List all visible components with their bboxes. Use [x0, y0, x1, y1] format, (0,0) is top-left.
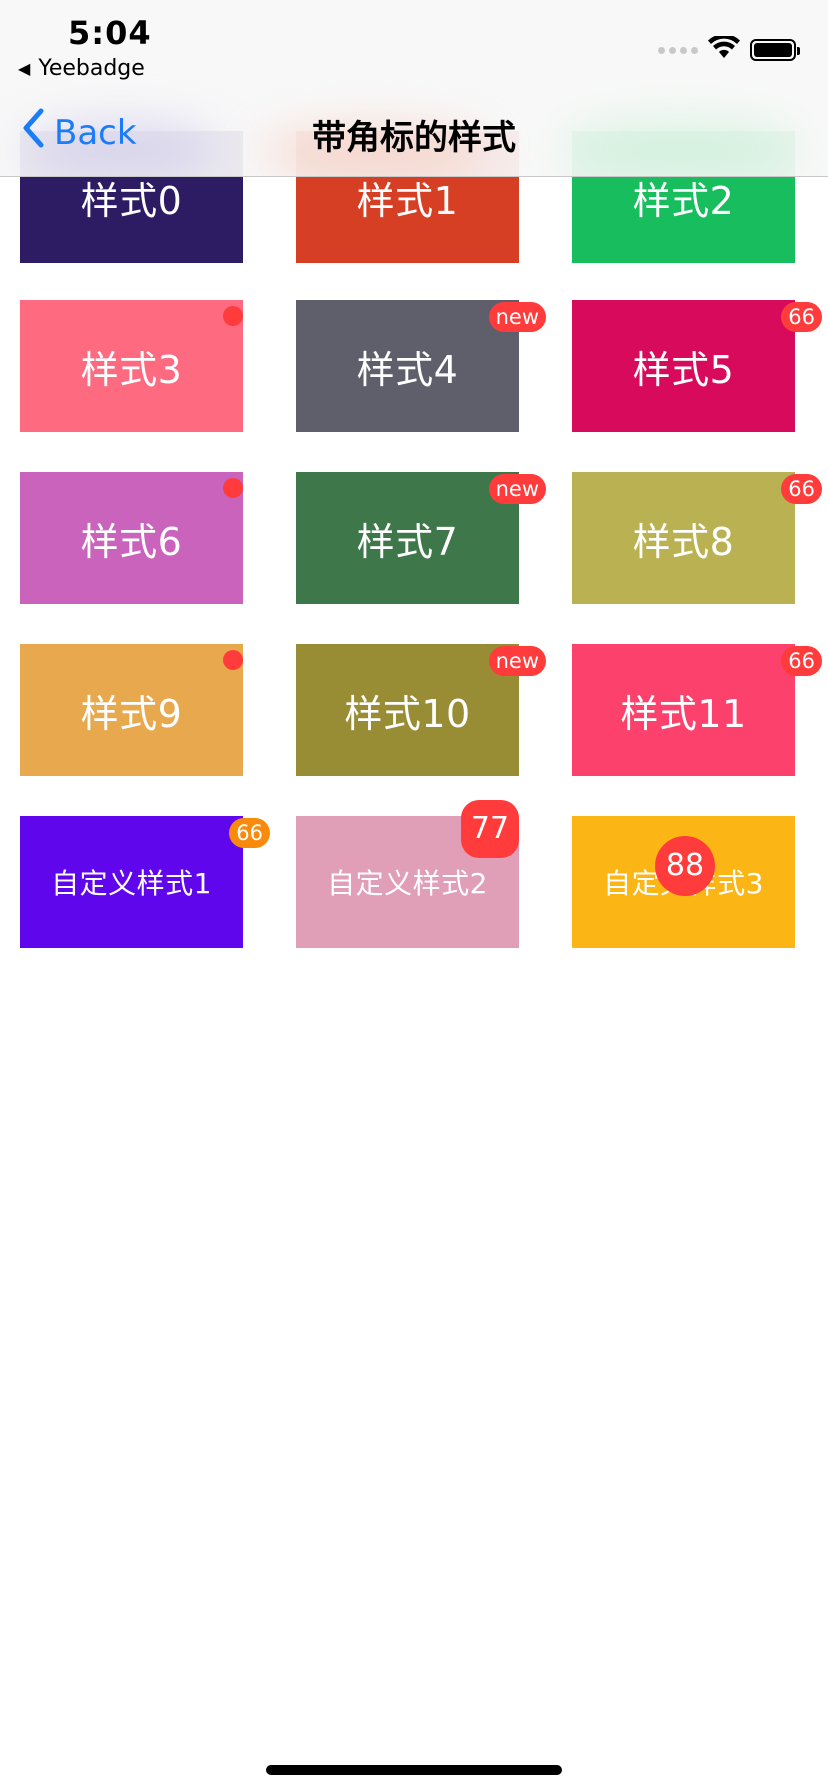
style-tile-8[interactable]: 样式8 66	[572, 472, 822, 604]
tile-label: 样式0	[80, 178, 183, 223]
dot-badge	[223, 650, 243, 670]
status-icons	[658, 34, 800, 64]
style-tile-5[interactable]: 样式5 66	[572, 300, 822, 432]
count-badge: 66	[781, 302, 822, 332]
tile-label: 样式10	[344, 691, 471, 736]
battery-icon	[750, 39, 800, 61]
custom-style-tile-1[interactable]: 自定义样式1 66	[20, 816, 270, 948]
navigation-header: 5:04 ◀ Yeebadge Back 带角标的样式	[0, 0, 828, 177]
count-badge: 66	[781, 646, 822, 676]
back-triangle-icon: ◀	[18, 59, 31, 78]
style-tile-9[interactable]: 样式9	[20, 644, 243, 776]
dot-badge	[223, 306, 243, 326]
signal-dots-icon	[658, 46, 698, 54]
style-tile-3[interactable]: 样式3	[20, 300, 243, 432]
tile-label: 样式6	[80, 519, 183, 564]
new-badge: new	[488, 474, 546, 504]
new-badge: new	[488, 302, 546, 332]
tile-label: 样式1	[356, 178, 459, 223]
tile-label: 自定义样式1	[51, 867, 212, 900]
style-tile-4[interactable]: 样式4 new	[296, 300, 546, 432]
style-tile-7[interactable]: 样式7 new	[296, 472, 546, 604]
style-tile-10[interactable]: 样式10 new	[296, 644, 546, 776]
tile-label: 样式4	[356, 347, 459, 392]
back-to-app-link[interactable]: ◀ Yeebadge	[18, 56, 145, 81]
status-time: 5:04	[68, 14, 152, 52]
tile-label: 自定义样式2	[327, 867, 488, 900]
custom-style-tile-2[interactable]: 自定义样式2 77	[296, 800, 519, 948]
circle-count-badge: 88	[655, 836, 715, 896]
orange-count-badge: 66	[229, 818, 270, 848]
new-badge: new	[488, 646, 546, 676]
tile-label: 样式2	[632, 178, 735, 223]
custom-style-tile-3[interactable]: 自定义样式388	[572, 816, 795, 948]
back-app-label: Yeebadge	[38, 56, 145, 81]
tile-label: 样式3	[80, 347, 183, 392]
count-badge: 66	[781, 474, 822, 504]
tile-label: 样式11	[620, 691, 747, 736]
dot-badge	[223, 478, 243, 498]
tile-label: 样式7	[356, 519, 459, 564]
tile-label: 样式9	[80, 691, 183, 736]
tile-label: 样式8	[632, 519, 735, 564]
style-tile-6[interactable]: 样式6	[20, 472, 243, 604]
wifi-icon	[708, 34, 740, 64]
large-count-badge: 77	[461, 800, 519, 858]
home-indicator[interactable]	[266, 1765, 562, 1775]
page-title: 带角标的样式	[312, 118, 516, 158]
style-tile-11[interactable]: 样式11 66	[572, 644, 822, 776]
tile-label: 样式5	[632, 347, 735, 392]
